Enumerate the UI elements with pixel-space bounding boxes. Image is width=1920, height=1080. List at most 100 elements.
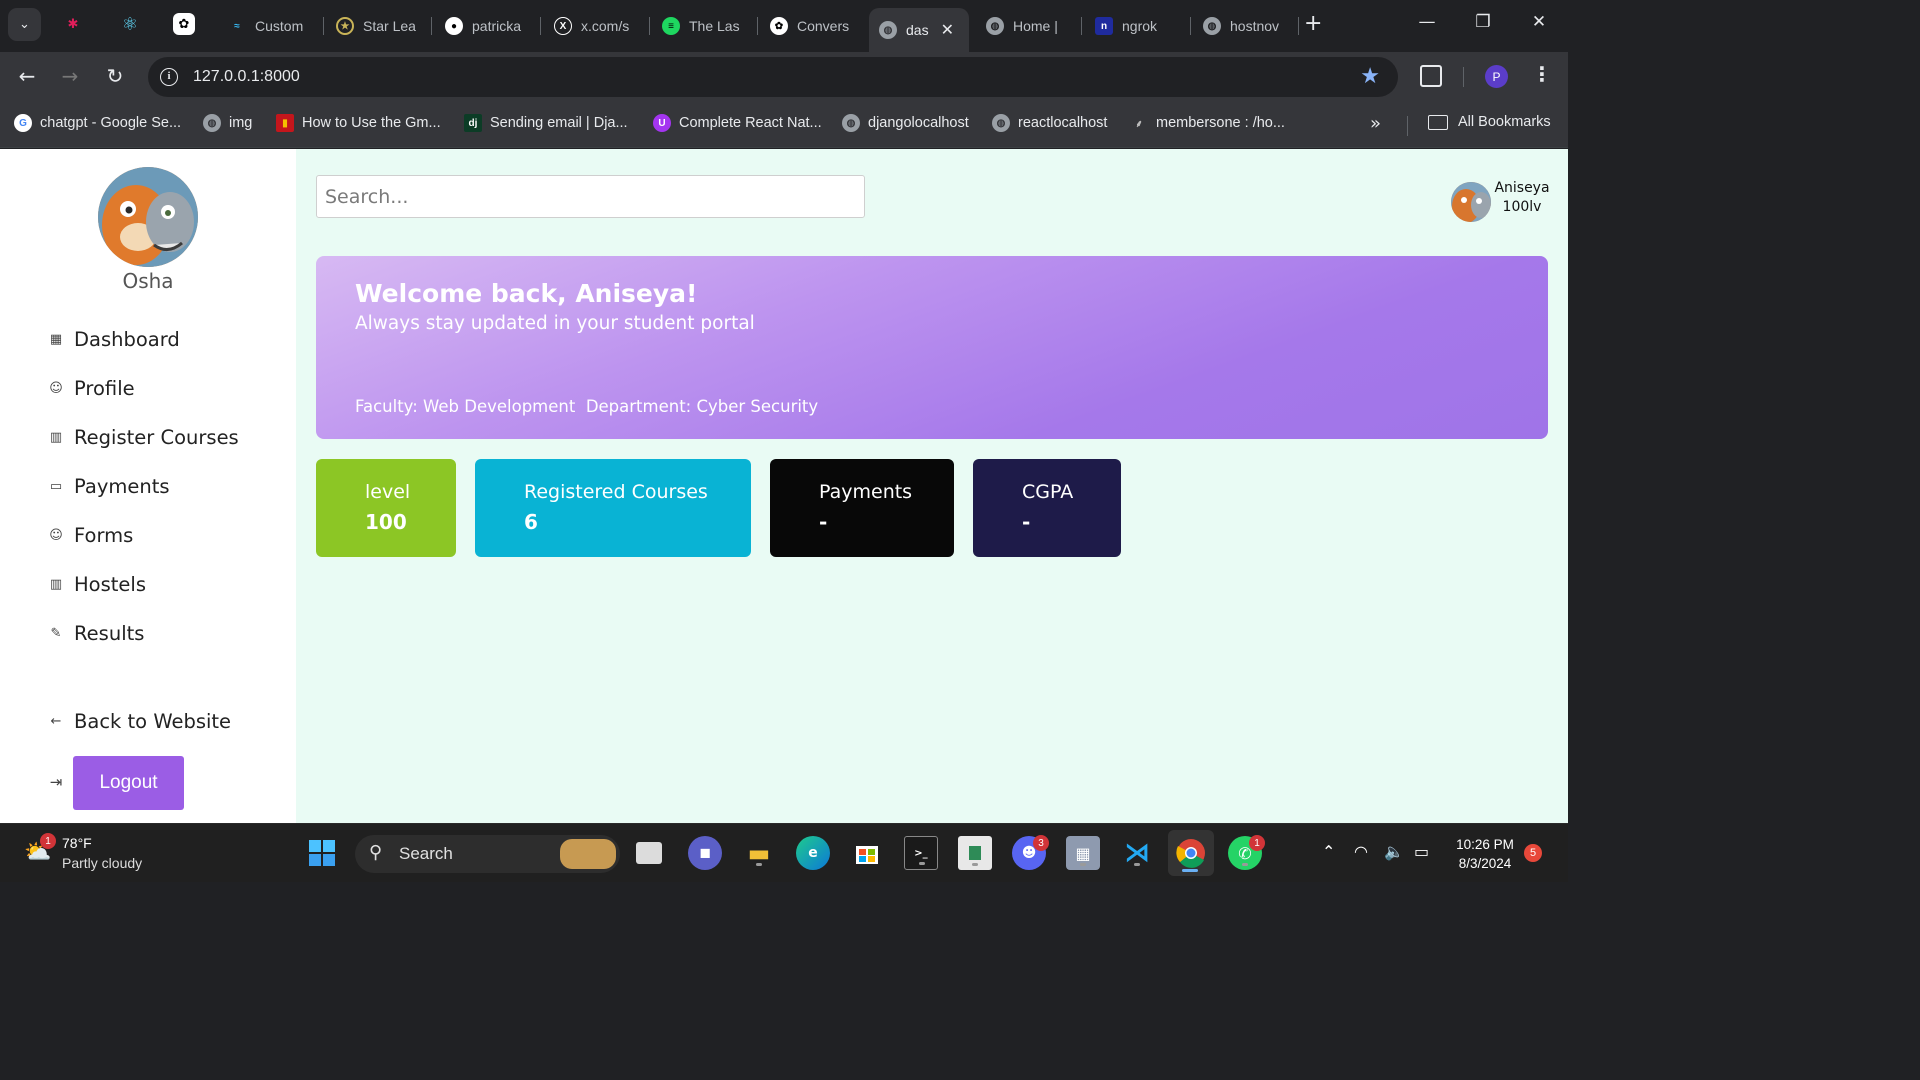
system-clock[interactable]: 10:26 PM 8/3/2024 [1450,835,1520,873]
chatgpt-icon: ✿ [770,17,788,35]
weather-desc: Partly cloudy [62,855,143,871]
sidebar-item-label: Hostels [74,573,146,596]
sidebar-item-results[interactable]: ✎ Results [48,622,145,645]
profile-avatar[interactable]: P [1485,65,1508,88]
reload-icon[interactable]: ↻ [102,64,128,88]
taskbar-search[interactable]: ⚲ Search [355,835,620,873]
bookmark-item[interactable]: dj Sending email | Dja... [464,114,628,132]
menu-kebab-icon[interactable]: ⋮ [1532,62,1552,86]
tab-hostnow[interactable]: ◍ hostnov [1193,8,1299,44]
notification-badge[interactable]: 5 [1524,844,1542,862]
bookmark-label: chatgpt - Google Se... [40,115,182,131]
react-icon[interactable]: ⚛ [117,11,143,37]
bookmark-star-icon[interactable]: ★ [1360,64,1380,89]
chevron-double-right-icon[interactable]: » [1370,113,1381,134]
user-circle-icon: ☺ [49,528,63,543]
all-bookmarks-button[interactable]: All Bookmarks [1428,114,1551,130]
bookmark-item[interactable]: ◍ reactlocalhost [992,114,1107,132]
site-info-icon[interactable]: i [160,68,178,86]
logout-button[interactable]: Logout [73,756,184,810]
close-tab-icon[interactable]: ✕ [941,20,954,40]
back-to-website-link[interactable]: ← Back to Website [48,710,232,733]
url-text[interactable]: 127.0.0.1:8000 [193,68,300,86]
extensions-icon[interactable] [1420,65,1442,87]
windows-start-icon[interactable] [305,836,339,870]
chrome-icon[interactable] [1168,830,1214,876]
video-icon: ▮ [276,114,294,132]
slack-icon[interactable]: ✱ [60,11,86,37]
all-bookmarks-label: All Bookmarks [1458,114,1551,130]
user-info: Aniseya 100lv [1492,179,1552,217]
windows-taskbar: ⛅ 1 78°F Partly cloudy ⚲ Search ◼ ▬ e >_… [0,823,1568,882]
user-avatar[interactable] [1451,182,1491,222]
sidebar-item-forms[interactable]: ☺ Forms [48,524,133,547]
search-input[interactable] [316,175,865,218]
vscode-icon[interactable]: ⋊ [1120,836,1154,870]
edge-icon[interactable]: e [796,836,830,870]
close-window-icon[interactable]: ✕ [1524,12,1554,32]
teams-icon[interactable]: ◼ [688,836,722,870]
sidebar-item-register-courses[interactable]: ▥ Register Courses [48,426,239,449]
bookmark-item[interactable]: ◍ djangolocalhost [842,114,969,132]
tab-x[interactable]: X x.com/s [544,8,650,44]
tab-ngrok[interactable]: n ngrok [1085,8,1191,44]
sidebar-item-profile[interactable]: ☺ Profile [48,377,134,400]
tab-label: The Las [689,18,740,34]
tab-home[interactable]: ◍ Home | [976,8,1082,44]
task-view-icon[interactable] [636,842,662,864]
back-to-website-label: Back to Website [74,710,232,733]
spotify-icon: ≡ [662,17,680,35]
tab-star-league[interactable]: ★ Star Lea [326,8,432,44]
sidebar-item-hostels[interactable]: ▥ Hostels [48,573,146,596]
building-icon: ▥ [49,577,63,592]
browser-tab-strip: ⌄ ✱ ⚛ ✿ ≈ Custom ★ Star Lea ● patricka X… [0,0,1568,52]
editor-icon[interactable] [958,836,992,870]
stat-label: Payments [819,481,913,503]
volume-icon[interactable]: 🔈 [1384,842,1404,861]
forward-arrow-icon[interactable]: → [57,64,83,88]
taskbar-search-label: Search [399,844,453,863]
tab-label: Star Lea [363,18,416,34]
tailwind-icon: ≈ [234,20,240,32]
back-arrow-icon[interactable]: ← [14,64,40,88]
tab-spotify[interactable]: ≡ The Las [652,8,758,44]
bookmark-item[interactable]: ◍ img [203,114,252,132]
bookmark-item[interactable]: ⸙ membersone : /ho... [1130,114,1285,132]
stat-value: 6 [524,510,538,534]
store-icon[interactable] [850,836,884,870]
restore-icon[interactable]: ❐ [1468,12,1498,32]
tab-search-icon[interactable]: ⌄ [8,8,41,41]
bookmark-label: membersone : /ho... [1156,115,1285,131]
terminal-icon[interactable]: >_ [904,836,938,870]
calculator-icon[interactable]: ▦ [1066,836,1100,870]
tab-github[interactable]: ● patricka [435,8,541,44]
page-content: Osha ▦ Dashboard ☺ Profile ▥ Register Co… [0,149,1568,823]
chatgpt-icon[interactable]: ✿ [173,13,195,35]
weather-temp: 78°F [62,835,92,851]
minimize-icon[interactable]: — [1412,12,1442,32]
bookmark-item[interactable]: G chatgpt - Google Se... [14,114,181,132]
tab-custom[interactable]: ≈ Custom [218,8,324,44]
new-tab-icon[interactable]: + [1304,12,1322,36]
bookmark-label: How to Use the Gm... [302,115,441,131]
file-explorer-icon[interactable]: ▬ [742,836,776,870]
sidebar-item-dashboard[interactable]: ▦ Dashboard [48,328,180,351]
logout-icon-wrap: ⇥ [48,773,74,791]
chevron-up-icon[interactable]: ⌃ [1322,842,1335,861]
stat-card-registered-courses: Registered Courses 6 [475,459,751,557]
tab-chatgpt[interactable]: ✿ Convers [760,8,866,44]
bookmark-item[interactable]: U Complete React Nat... [653,114,822,132]
bookmark-label: djangolocalhost [868,115,969,131]
wifi-icon[interactable]: ◠ [1354,842,1368,861]
address-bar[interactable]: i 127.0.0.1:8000 ★ [148,57,1398,97]
tab-dashboard-active[interactable]: ◍ das ✕ [869,8,969,52]
card-icon: ▭ [49,479,63,494]
sidebar-item-payments[interactable]: ▭ Payments [48,475,170,498]
battery-icon[interactable]: ▭ [1414,842,1429,861]
main-content: Aniseya 100lv Welcome back, Aniseya! Alw… [316,149,1556,823]
globe-icon: ◍ [842,114,860,132]
bookmark-item[interactable]: ▮ How to Use the Gm... [276,114,441,132]
x-icon: X [554,17,572,35]
github-icon: ● [445,17,463,35]
sidebar-item-label: Results [74,622,145,645]
